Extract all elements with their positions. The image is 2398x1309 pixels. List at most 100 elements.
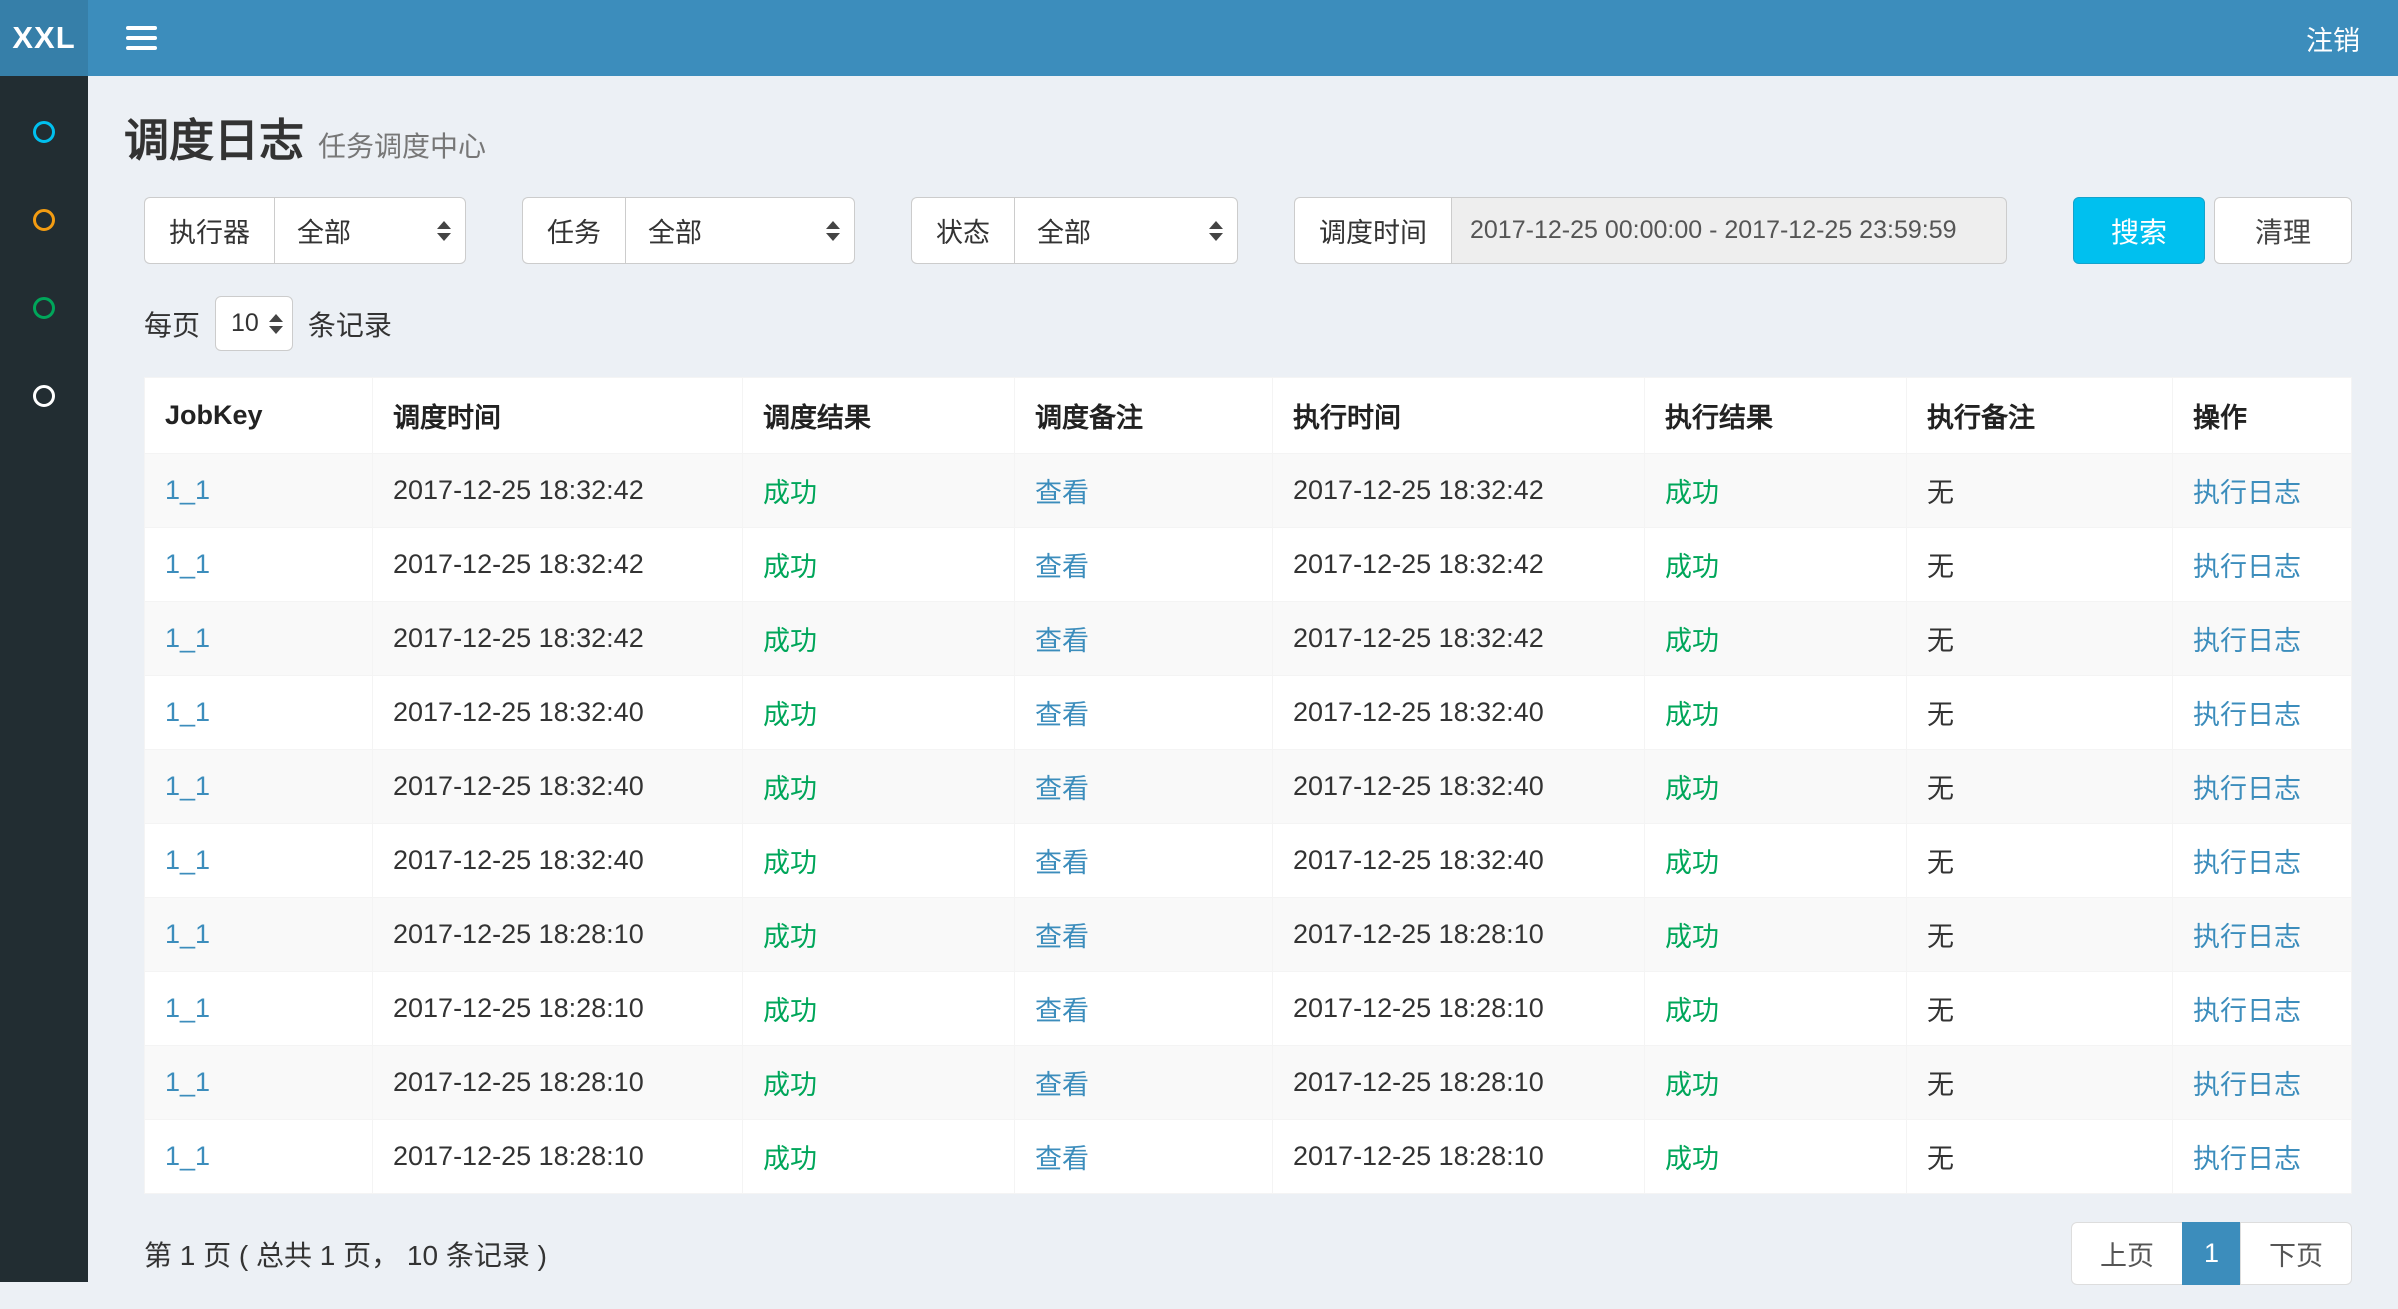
- pagesize-suffix-label: 条记录: [308, 304, 392, 344]
- dispatch-time-cell: 2017-12-25 18:32:42: [373, 602, 743, 676]
- table-row: 1_1 2017-12-25 18:28:10 成功 查看 2017-12-25…: [145, 1120, 2352, 1194]
- pagesize-select[interactable]: 10: [215, 296, 293, 351]
- exec-log-link[interactable]: 执行日志: [2193, 848, 2301, 878]
- table-row: 1_1 2017-12-25 18:32:40 成功 查看 2017-12-25…: [145, 750, 2352, 824]
- jobkey-link[interactable]: 1_1: [165, 623, 210, 653]
- next-page-button[interactable]: 下页: [2240, 1222, 2352, 1285]
- jobkey-link[interactable]: 1_1: [165, 697, 210, 727]
- column-header: 操作: [2173, 378, 2352, 454]
- exec-remark-cell: 无: [1907, 898, 2173, 972]
- clear-button[interactable]: 清理: [2214, 197, 2352, 264]
- sidebar-toggle-icon[interactable]: [126, 26, 157, 50]
- exec-remark-cell: 无: [1907, 602, 2173, 676]
- status-select[interactable]: 全部: [1014, 197, 1238, 264]
- sidebar-item-3[interactable]: [0, 264, 88, 352]
- exec-log-link[interactable]: 执行日志: [2193, 1144, 2301, 1174]
- column-header: 执行时间: [1273, 378, 1645, 454]
- table-row: 1_1 2017-12-25 18:32:40 成功 查看 2017-12-25…: [145, 676, 2352, 750]
- exec-remark-cell: 无: [1907, 1046, 2173, 1120]
- dispatch-result-cell: 成功: [743, 1046, 1015, 1120]
- sidebar-item-1[interactable]: [0, 88, 88, 176]
- logo[interactable]: XXL: [0, 0, 88, 76]
- jobkey-link[interactable]: 1_1: [165, 1067, 210, 1097]
- table-row: 1_1 2017-12-25 18:32:42 成功 查看 2017-12-25…: [145, 602, 2352, 676]
- dispatch-remark-link[interactable]: 查看: [1035, 700, 1089, 730]
- jobkey-link[interactable]: 1_1: [165, 549, 210, 579]
- exec-log-link[interactable]: 执行日志: [2193, 626, 2301, 656]
- exec-log-link[interactable]: 执行日志: [2193, 996, 2301, 1026]
- exec-remark-cell: 无: [1907, 676, 2173, 750]
- logout-link[interactable]: 注销: [2306, 19, 2360, 58]
- dispatch-time-cell: 2017-12-25 18:28:10: [373, 972, 743, 1046]
- exec-log-link[interactable]: 执行日志: [2193, 478, 2301, 508]
- jobkey-link[interactable]: 1_1: [165, 771, 210, 801]
- exec-result-cell: 成功: [1645, 1046, 1907, 1120]
- dispatch-remark-link[interactable]: 查看: [1035, 552, 1089, 582]
- exec-result-cell: 成功: [1645, 750, 1907, 824]
- exec-log-link[interactable]: 执行日志: [2193, 1070, 2301, 1100]
- select-arrows-icon: [269, 314, 283, 334]
- sidebar-item-4[interactable]: [0, 352, 88, 440]
- time-filter-group: 调度时间 2017-12-25 00:00:00 - 2017-12-25 23…: [1294, 197, 2007, 264]
- dispatch-remark-link[interactable]: 查看: [1035, 1144, 1089, 1174]
- executor-filter-group: 执行器 全部: [144, 197, 466, 264]
- pagesize-prefix-label: 每页: [144, 304, 200, 344]
- dispatch-remark-link[interactable]: 查看: [1035, 848, 1089, 878]
- dispatch-remark-link[interactable]: 查看: [1035, 996, 1089, 1026]
- dispatch-remark-link[interactable]: 查看: [1035, 1070, 1089, 1100]
- job-select[interactable]: 全部: [625, 197, 855, 264]
- content-header: 调度日志 任务调度中心: [88, 76, 2398, 169]
- column-header: 执行备注: [1907, 378, 2173, 454]
- job-select-value: 全部: [648, 211, 702, 250]
- exec-log-link[interactable]: 执行日志: [2193, 700, 2301, 730]
- exec-remark-cell: 无: [1907, 972, 2173, 1046]
- exec-time-cell: 2017-12-25 18:32:42: [1273, 602, 1645, 676]
- jobkey-link[interactable]: 1_1: [165, 919, 210, 949]
- page-subtitle: 任务调度中心: [318, 125, 486, 165]
- dispatch-time-cell: 2017-12-25 18:32:42: [373, 528, 743, 602]
- filter-bar: 执行器 全部 任务 全部 状态 全部: [144, 197, 2352, 264]
- exec-log-link[interactable]: 执行日志: [2193, 552, 2301, 582]
- dispatch-result-cell: 成功: [743, 528, 1015, 602]
- dispatch-result-cell: 成功: [743, 454, 1015, 528]
- exec-log-link[interactable]: 执行日志: [2193, 922, 2301, 952]
- dispatch-remark-link[interactable]: 查看: [1035, 922, 1089, 952]
- dispatch-time-cell: 2017-12-25 18:28:10: [373, 898, 743, 972]
- job-filter-group: 任务 全部: [522, 197, 855, 264]
- time-range-input[interactable]: 2017-12-25 00:00:00 - 2017-12-25 23:59:5…: [1451, 197, 2007, 264]
- dispatch-time-cell: 2017-12-25 18:32:40: [373, 824, 743, 898]
- executor-select[interactable]: 全部: [274, 197, 466, 264]
- dispatch-time-cell: 2017-12-25 18:32:40: [373, 676, 743, 750]
- table-row: 1_1 2017-12-25 18:32:42 成功 查看 2017-12-25…: [145, 528, 2352, 602]
- jobkey-link[interactable]: 1_1: [165, 845, 210, 875]
- sidebar-item-2[interactable]: [0, 176, 88, 264]
- dispatch-result-cell: 成功: [743, 602, 1015, 676]
- executor-select-value: 全部: [297, 211, 351, 250]
- exec-time-cell: 2017-12-25 18:32:42: [1273, 528, 1645, 602]
- exec-result-cell: 成功: [1645, 898, 1907, 972]
- dispatch-remark-link[interactable]: 查看: [1035, 774, 1089, 804]
- dispatch-remark-link[interactable]: 查看: [1035, 478, 1089, 508]
- column-header: JobKey: [145, 378, 373, 454]
- table-row: 1_1 2017-12-25 18:28:10 成功 查看 2017-12-25…: [145, 898, 2352, 972]
- page-title: 调度日志: [124, 104, 304, 169]
- exec-time-cell: 2017-12-25 18:28:10: [1273, 1046, 1645, 1120]
- column-header: 调度备注: [1015, 378, 1273, 454]
- prev-page-button[interactable]: 上页: [2071, 1222, 2183, 1285]
- exec-time-cell: 2017-12-25 18:28:10: [1273, 1120, 1645, 1194]
- dispatch-result-cell: 成功: [743, 898, 1015, 972]
- content-body: 执行器 全部 任务 全部 状态 全部: [88, 169, 2398, 1309]
- current-page-button[interactable]: 1: [2182, 1222, 2241, 1285]
- jobkey-link[interactable]: 1_1: [165, 993, 210, 1023]
- dispatch-remark-link[interactable]: 查看: [1035, 626, 1089, 656]
- search-button[interactable]: 搜索: [2073, 197, 2205, 264]
- dispatch-result-cell: 成功: [743, 750, 1015, 824]
- exec-time-cell: 2017-12-25 18:28:10: [1273, 898, 1645, 972]
- exec-log-link[interactable]: 执行日志: [2193, 774, 2301, 804]
- jobkey-link[interactable]: 1_1: [165, 1141, 210, 1171]
- jobkey-link[interactable]: 1_1: [165, 475, 210, 505]
- exec-remark-cell: 无: [1907, 824, 2173, 898]
- dispatch-time-cell: 2017-12-25 18:28:10: [373, 1046, 743, 1120]
- sidebar: [0, 76, 88, 1282]
- exec-time-cell: 2017-12-25 18:32:40: [1273, 676, 1645, 750]
